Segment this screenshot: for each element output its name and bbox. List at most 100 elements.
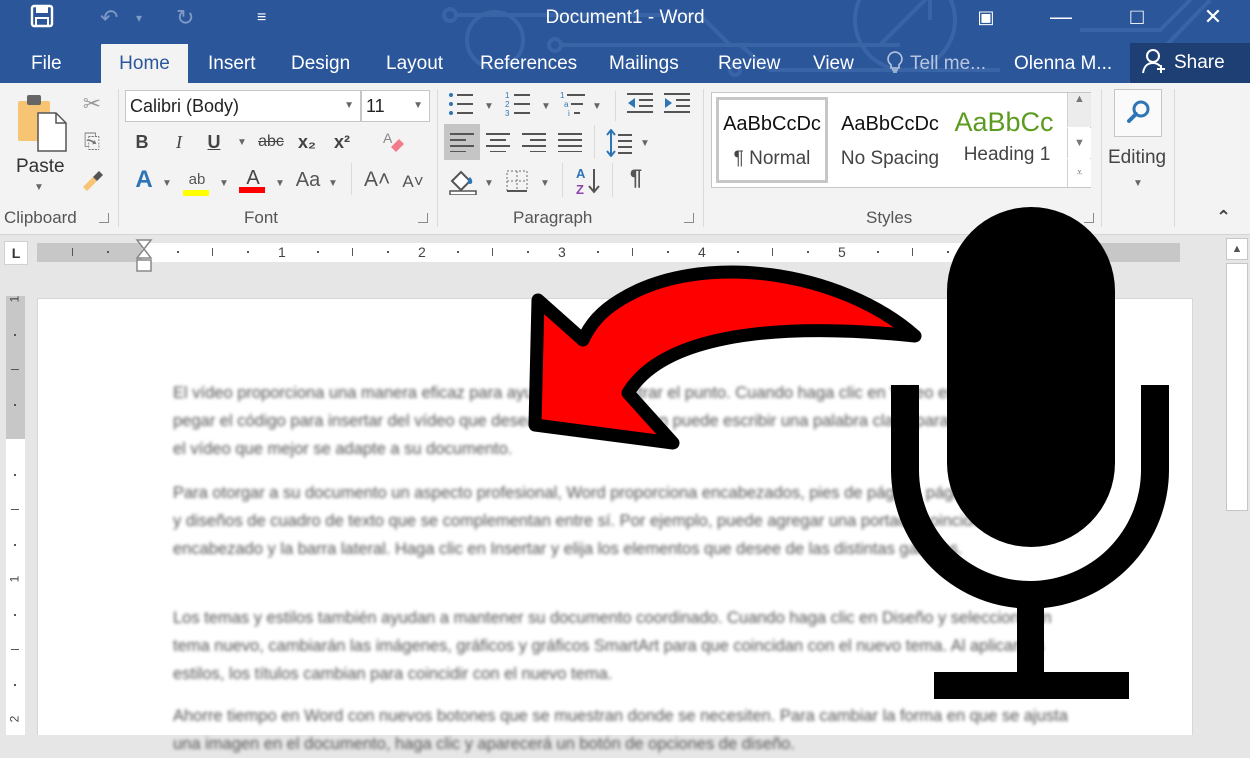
bullets-icon[interactable] — [447, 91, 475, 122]
separator — [612, 163, 613, 197]
close-icon[interactable]: ✕ — [1188, 2, 1238, 32]
paste-dropdown-icon[interactable]: ▼ — [34, 182, 70, 193]
style-heading-1[interactable]: AaBbCc Heading 1 — [952, 97, 1062, 183]
vertical-ruler[interactable]: 1 1 2 — [6, 296, 25, 735]
superscript-button[interactable]: x² — [329, 131, 355, 153]
tab-layout[interactable]: Layout — [374, 44, 455, 83]
style-normal[interactable]: AaBbCcDc ¶ Normal — [716, 97, 828, 183]
line-spacing-icon[interactable] — [606, 128, 632, 162]
format-painter-icon[interactable] — [78, 167, 106, 196]
ruler-tick — [947, 251, 949, 253]
ribbon-display-options-icon[interactable]: ▣ — [961, 2, 1011, 32]
tab-insert[interactable]: Insert — [196, 44, 268, 83]
subscript-button[interactable]: x₂ — [294, 131, 320, 153]
styles-launcher-icon[interactable] — [1084, 213, 1094, 223]
font-size-value: 11 — [366, 96, 385, 116]
share-button[interactable]: Share — [1130, 43, 1250, 83]
multilevel-list-icon[interactable]: 1ai — [559, 91, 589, 122]
sort-icon[interactable]: AZ — [575, 165, 601, 202]
shading-icon[interactable] — [448, 167, 478, 200]
editing-dropdown-icon[interactable]: ▼ — [1133, 178, 1143, 189]
grow-font-button[interactable]: A˄ — [364, 169, 390, 191]
paragraph[interactable]: Ahorre tiempo en Word con nuevos botones… — [173, 702, 1073, 758]
svg-text:3: 3 — [505, 109, 510, 117]
styles-scroll-up[interactable]: ▲ — [1067, 93, 1091, 127]
minimize-icon[interactable]: — — [1036, 2, 1086, 32]
numbering-dropdown-icon[interactable]: ▼ — [541, 101, 551, 112]
paragraph[interactable]: Los temas y estilos también ayudan a man… — [173, 604, 1073, 688]
tab-review[interactable]: Review — [706, 44, 792, 83]
align-right-button[interactable] — [522, 132, 546, 157]
borders-icon[interactable] — [505, 169, 529, 198]
paragraph[interactable]: Para otorgar a su documento un aspecto p… — [173, 479, 1073, 563]
tab-references[interactable]: References — [468, 44, 589, 83]
horizontal-ruler[interactable]: 1 2 3 4 5 6 — [37, 243, 1180, 262]
borders-dropdown-icon[interactable]: ▼ — [540, 178, 550, 189]
line-spacing-dropdown-icon[interactable]: ▼ — [640, 138, 650, 149]
scroll-thumb[interactable] — [1226, 263, 1248, 511]
lightbulb-icon — [887, 51, 903, 73]
decrease-indent-icon[interactable] — [625, 91, 655, 120]
underline-button[interactable]: U — [203, 131, 225, 153]
shrink-font-button[interactable]: A˅ — [400, 171, 426, 193]
styles-more[interactable]: ⩡ — [1067, 159, 1091, 187]
group-separator — [1101, 89, 1102, 227]
copy-icon[interactable]: ⎘ — [78, 131, 106, 153]
bold-button[interactable]: B — [131, 131, 153, 153]
clear-formatting-icon[interactable]: A — [380, 129, 408, 158]
italic-button[interactable]: I — [168, 131, 190, 153]
document-page[interactable]: El vídeo proporciona una manera eficaz p… — [37, 298, 1193, 753]
text-effects-dropdown-icon[interactable]: ▼ — [162, 178, 172, 189]
numbering-icon[interactable]: 123 — [504, 91, 532, 122]
ruler-tick — [14, 544, 16, 546]
underline-dropdown-icon[interactable]: ▼ — [237, 137, 247, 148]
tab-view[interactable]: View — [801, 44, 866, 83]
font-size-combobox[interactable]: 11 ▼ — [361, 90, 430, 122]
user-name[interactable]: Olenna M... — [1014, 44, 1112, 83]
font-size-dropdown-icon[interactable]: ▼ — [413, 91, 423, 121]
increase-indent-icon[interactable] — [662, 91, 692, 120]
change-case-dropdown-icon[interactable]: ▼ — [328, 178, 338, 189]
indent-markers[interactable] — [135, 238, 153, 274]
highlight-color-button[interactable]: ab — [183, 167, 211, 196]
ruler-half-tick — [352, 248, 353, 256]
shading-dropdown-icon[interactable]: ▼ — [484, 178, 494, 189]
font-color-button[interactable]: A — [239, 167, 267, 193]
clipboard-launcher-icon[interactable] — [99, 213, 109, 223]
paste-button[interactable]: Paste ▼ — [14, 93, 70, 193]
tab-mailings[interactable]: Mailings — [597, 44, 691, 83]
change-case-button[interactable]: Aa — [293, 169, 323, 191]
paragraph[interactable]: El vídeo proporciona una manera eficaz p… — [173, 379, 1073, 463]
editing-button[interactable] — [1114, 89, 1162, 137]
svg-text:2: 2 — [505, 100, 510, 109]
show-formatting-marks-button[interactable]: ¶ — [624, 167, 648, 189]
strikethrough-button[interactable]: abc — [255, 131, 287, 153]
style-no-spacing[interactable]: AaBbCcDc No Spacing — [834, 97, 946, 183]
tell-me-box[interactable]: Tell me... — [886, 44, 986, 83]
font-launcher-icon[interactable] — [418, 213, 428, 223]
cut-icon[interactable]: ✂ — [78, 93, 106, 115]
tab-home[interactable]: Home — [101, 44, 188, 83]
highlight-dropdown-icon[interactable]: ▼ — [219, 178, 229, 189]
tab-file[interactable]: File — [19, 44, 74, 83]
ruler-half-tick — [912, 248, 913, 256]
ruler-left-margin — [37, 243, 142, 262]
font-name-combobox[interactable]: Calibri (Body) ▼ — [125, 90, 361, 122]
font-name-dropdown-icon[interactable]: ▼ — [344, 91, 354, 121]
align-left-button[interactable] — [444, 124, 480, 160]
text-effects-icon[interactable]: A — [131, 168, 157, 192]
font-color-dropdown-icon[interactable]: ▼ — [275, 178, 285, 189]
justify-button[interactable] — [558, 132, 582, 157]
multilevel-dropdown-icon[interactable]: ▼ — [592, 101, 602, 112]
align-center-button[interactable] — [486, 132, 510, 157]
maximize-icon[interactable]: □ — [1112, 2, 1162, 32]
styles-scroll-down[interactable]: ▼ — [1067, 128, 1091, 158]
bullets-dropdown-icon[interactable]: ▼ — [484, 101, 494, 112]
vertical-scrollbar[interactable]: ▲ — [1224, 236, 1250, 735]
collapse-ribbon-icon[interactable]: ⌃ — [1216, 207, 1231, 228]
tab-selector[interactable]: L — [4, 241, 28, 265]
scroll-up-button[interactable]: ▲ — [1226, 238, 1248, 260]
tab-design[interactable]: Design — [279, 44, 362, 83]
paragraph-launcher-icon[interactable] — [684, 213, 694, 223]
highlight-icon: ab — [188, 171, 206, 188]
